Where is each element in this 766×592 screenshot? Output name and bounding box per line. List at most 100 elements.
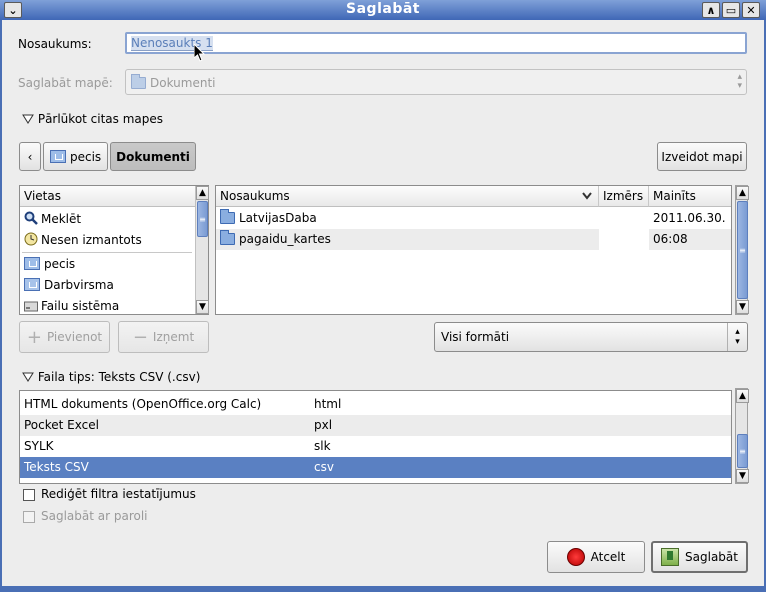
scroll-down-icon[interactable]: ▼	[196, 300, 209, 314]
home-folder-icon	[24, 257, 40, 270]
places-panel: Vietas Meklēt Nesen izmantots pecis Darb…	[19, 185, 209, 315]
close-icon[interactable]: ✕	[742, 2, 760, 18]
filename-input[interactable]: Nenosaukts 1	[125, 32, 747, 54]
cancel-label: Atcelt	[590, 550, 626, 564]
save-in-value: Dokumenti	[150, 76, 216, 90]
file-type-ext: html	[314, 397, 342, 411]
file-type-expander[interactable]: Faila tips: Teksts CSV (.csv)	[22, 370, 200, 384]
file-row-size	[599, 229, 649, 250]
remove-place-button[interactable]: − Izņemt	[118, 321, 209, 353]
updown-icon: ▴ ▾	[737, 72, 742, 91]
browse-expander[interactable]: Pārlūkot citas mapes	[22, 112, 163, 126]
column-modified-header[interactable]: Mainīts	[649, 186, 731, 207]
file-row-size	[599, 208, 649, 229]
file-type-name: SYLK	[24, 439, 54, 453]
desktop-folder-icon	[24, 278, 40, 291]
format-filter-combo[interactable]: Visi formāti ▴ ▾	[434, 322, 748, 352]
scroll-up-icon[interactable]: ▲	[736, 389, 749, 403]
scroll-down-icon[interactable]: ▼	[736, 300, 749, 314]
column-name-header[interactable]: Nosaukums	[216, 186, 599, 207]
shade-icon[interactable]: ∧	[702, 2, 720, 18]
scroll-up-icon[interactable]: ▲	[196, 186, 209, 200]
places-scrollbar[interactable]: ▲ ≡ ▼	[195, 186, 209, 314]
edit-filter-checkbox[interactable]	[23, 489, 35, 501]
scroll-up-icon[interactable]: ▲	[736, 186, 749, 200]
remove-place-label: Izņemt	[152, 330, 195, 344]
scroll-thumb[interactable]: ≡	[737, 434, 748, 468]
folder-icon	[220, 209, 235, 224]
crumb-dokumenti-button[interactable]: Dokumenti	[110, 142, 196, 171]
browse-expander-label: Pārlūkot citas mapes	[37, 112, 164, 126]
plus-icon: +	[26, 326, 42, 348]
save-label: Saglabāt	[685, 550, 738, 564]
file-type-row-selected[interactable]: Teksts CSV csv	[20, 457, 731, 478]
maximize-icon[interactable]: ▭	[722, 2, 740, 18]
name-label: Nosaukums:	[18, 37, 92, 51]
places-header[interactable]: Vietas	[20, 186, 195, 207]
place-recent-label: Nesen izmantots	[41, 233, 142, 247]
clock-icon	[24, 232, 38, 246]
file-type-ext: pxl	[314, 418, 333, 432]
place-desktop[interactable]: Darbvirsma	[20, 275, 195, 296]
file-row-name[interactable]: pagaidu_kartes	[216, 229, 599, 250]
file-type-ext: csv	[314, 460, 334, 474]
mouse-cursor-icon	[194, 44, 206, 62]
window-title: Saglabāt	[346, 1, 420, 17]
save-in-label: Saglabāt mapē:	[18, 76, 113, 90]
file-name: LatvijasDaba	[239, 211, 317, 225]
file-row-name[interactable]: LatvijasDaba	[216, 208, 599, 229]
file-type-row[interactable]: SYLK slk	[20, 436, 731, 457]
sort-down-icon	[582, 192, 592, 200]
password-label: Saglabāt ar paroli	[41, 509, 148, 523]
format-filter-value: Visi formāti	[441, 330, 510, 344]
expander-arrow-icon	[22, 114, 34, 124]
places-separator	[22, 252, 192, 253]
file-type-name: Teksts CSV	[24, 460, 89, 474]
save-in-combo: Dokumenti ▴ ▾	[125, 69, 747, 95]
place-filesystem[interactable]: Failu sistēma	[20, 296, 195, 314]
crumb-pecis-button[interactable]: pecis	[43, 142, 108, 171]
column-size-header[interactable]: Izmērs	[599, 186, 649, 207]
save-icon	[661, 548, 680, 566]
scroll-thumb[interactable]: ≡	[197, 201, 208, 237]
minus-icon: −	[132, 326, 148, 348]
file-row-modified: 06:08	[649, 229, 731, 250]
updown-icon: ▴ ▾	[727, 323, 747, 351]
files-scrollbar[interactable]: ▲ ≡ ▼	[735, 185, 749, 315]
place-home[interactable]: pecis	[20, 254, 195, 275]
folder-icon	[131, 74, 146, 89]
scroll-thumb[interactable]: ≡	[737, 201, 748, 299]
file-type-name: HTML dokuments (OpenOffice.org Calc)	[24, 397, 262, 411]
folder-icon	[220, 230, 235, 245]
add-place-label: Pievienot	[46, 330, 103, 344]
title-bar[interactable]: ⌄ Saglabāt ∧ ▭ ✕	[0, 0, 766, 20]
edit-filter-label: Rediģēt filtra iestatījumus	[41, 487, 196, 501]
password-checkbox[interactable]	[23, 511, 35, 523]
file-type-label: Faila tips: Teksts CSV (.csv)	[37, 370, 201, 384]
add-place-button[interactable]: + Pievienot	[19, 321, 110, 353]
files-panel: Nosaukums Izmērs Mainīts LatvijasDaba 20…	[215, 185, 732, 315]
column-name-label: Nosaukums	[220, 189, 290, 203]
file-type-row[interactable]: Pocket Excel pxl	[20, 415, 731, 436]
save-button[interactable]: Saglabāt	[651, 541, 748, 573]
create-folder-button[interactable]: Izveidot mapi	[657, 142, 747, 171]
search-icon	[24, 211, 38, 225]
crumb-pecis-label: pecis	[70, 149, 102, 164]
stop-icon	[566, 548, 585, 566]
file-type-scrollbar[interactable]: ▲ ≡ ▼	[735, 388, 749, 484]
file-type-row[interactable]: HTML dokuments (OpenOffice.org Calc) htm…	[20, 394, 731, 415]
file-type-list: HTML dokuments (OpenOffice.org Calc) htm…	[19, 390, 732, 484]
place-home-label: pecis	[44, 257, 76, 271]
home-folder-icon	[50, 150, 66, 163]
place-recent[interactable]: Nesen izmantots	[20, 229, 195, 250]
file-name: pagaidu_kartes	[239, 232, 331, 246]
scroll-down-icon[interactable]: ▼	[736, 469, 749, 483]
place-search-label: Meklēt	[41, 212, 82, 226]
place-search[interactable]: Meklēt	[20, 208, 195, 229]
drive-icon	[24, 301, 38, 312]
expander-arrow-icon	[22, 372, 34, 382]
cancel-button[interactable]: Atcelt	[547, 541, 645, 573]
file-type-ext: slk	[314, 439, 331, 453]
save-dialog: ⌄ Saglabāt ∧ ▭ ✕ Nosaukums: Nenosaukts 1…	[0, 0, 766, 592]
path-back-button[interactable]: ‹	[19, 142, 41, 171]
